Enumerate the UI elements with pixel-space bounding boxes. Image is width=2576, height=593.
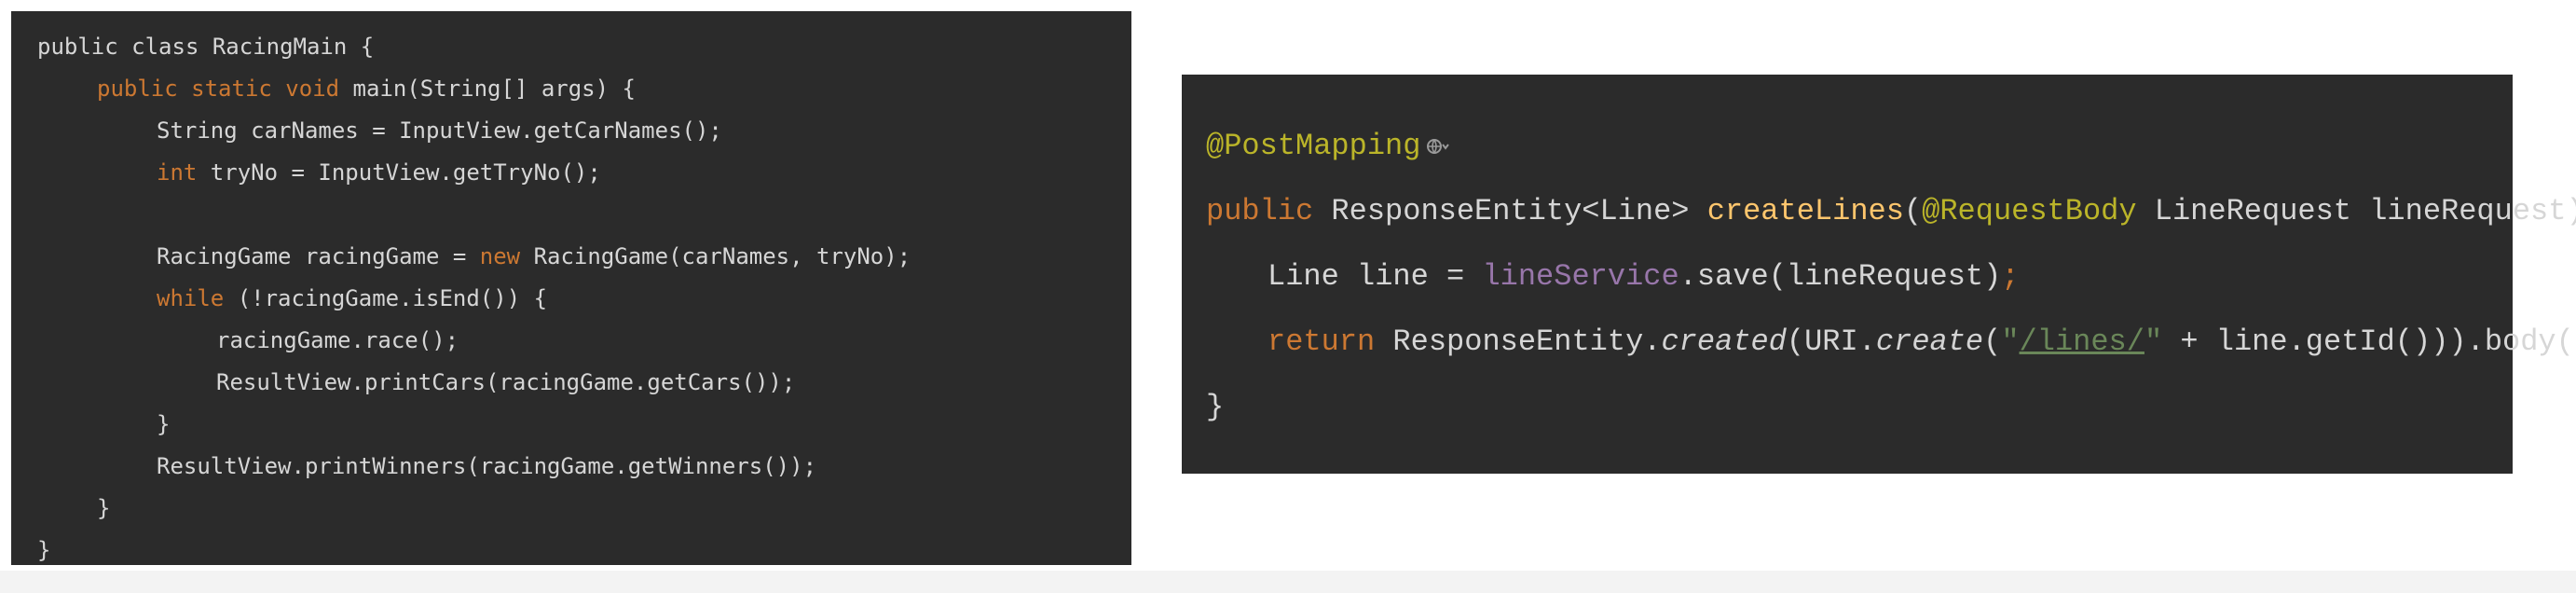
code-token: ResponseEntity<Line>	[1331, 194, 1707, 228]
code-token: createLines	[1706, 194, 1904, 228]
code-token: created	[1661, 324, 1787, 359]
code-line: return ResponseEntity.created(URI.create…	[1206, 310, 2576, 375]
code-token: LineRequest lineRequest) {	[2154, 194, 2576, 228]
code-line: public class RacingMain {	[37, 26, 1131, 68]
code-token: return	[1267, 324, 1393, 359]
code-token: Line line =	[1267, 259, 1483, 294]
code-token: ;	[2001, 259, 2020, 294]
code-line: String carNames = InputView.getCarNames(…	[37, 110, 1131, 152]
code-token: "	[2001, 324, 2020, 359]
code-line: int tryNo = InputView.getTryNo();	[37, 152, 1131, 194]
code-token: RacingGame racingGame =	[157, 243, 480, 269]
code-line: RacingGame racingGame = new RacingGame(c…	[37, 236, 1131, 278]
code-token: }	[97, 495, 111, 521]
code-token: new	[479, 243, 534, 269]
code-token: String carNames = InputView.getCarNames(…	[157, 117, 722, 144]
code-token: public	[1206, 194, 1332, 228]
code-line: }	[37, 488, 1131, 530]
code-token: (	[1983, 324, 2002, 359]
code-token: while	[157, 285, 238, 311]
code-token: (!racingGame.isEnd()) {	[237, 285, 548, 311]
code-token: main(String[] args) {	[352, 76, 636, 102]
code-token: public static void	[97, 76, 353, 102]
code-line: Line line = lineService.save(lineRequest…	[1206, 244, 2513, 310]
code-line: ResultView.printWinners(racingGame.getWi…	[37, 446, 1131, 488]
globe-chevron-icon[interactable]	[1426, 134, 1450, 159]
code-panel-racing-main: public class RacingMain { public static v…	[11, 11, 1131, 565]
code-token: racingGame.race();	[216, 327, 459, 353]
code-token: ResponseEntity.	[1392, 324, 1662, 359]
code-token: ResultView.printCars(racingGame.getCars(…	[216, 369, 796, 395]
code-token: int	[157, 159, 211, 186]
code-token: (URI.	[1786, 324, 1876, 359]
code-token: @RequestBody	[1922, 194, 2155, 228]
code-line: @PostMapping	[1206, 114, 2513, 179]
code-token: public class RacingMain {	[37, 34, 375, 60]
code-token: ResultView.printWinners(racingGame.getWi…	[157, 453, 817, 479]
code-panel-post-mapping: @PostMapping public ResponseEntity<Line> …	[1182, 75, 2576, 474]
code-line: public ResponseEntity<Line> createLines(…	[1206, 179, 2576, 244]
code-token: }	[157, 411, 171, 437]
code-line: while (!racingGame.isEnd()) {	[37, 278, 1131, 320]
code-line: ResultView.printCars(racingGame.getCars(…	[37, 362, 1131, 404]
code-line: }	[37, 530, 1131, 572]
code-line: public static void main(String[] args) {	[37, 68, 1131, 110]
code-token: }	[37, 537, 51, 563]
code-token: @PostMapping	[1206, 129, 1421, 163]
code-token: RacingGame(carNames, tryNo);	[533, 243, 911, 269]
code-line: racingGame.race();	[37, 320, 1131, 362]
code-token: "	[2144, 324, 2163, 359]
code-token: tryNo = InputView.getTryNo();	[210, 159, 601, 186]
code-line: }	[37, 404, 1131, 446]
code-token: .save(lineRequest)	[1679, 259, 2002, 294]
code-token: (	[1903, 194, 1923, 228]
code-token: create	[1875, 324, 1984, 359]
code-token: /lines/	[2019, 324, 2144, 359]
code-token: lineService	[1482, 259, 1679, 294]
code-token: }	[1206, 390, 1225, 424]
code-line: }	[1206, 375, 2513, 440]
code-token: + line.getId())).body(line)	[2180, 324, 2576, 359]
bottom-strip	[0, 571, 2576, 593]
